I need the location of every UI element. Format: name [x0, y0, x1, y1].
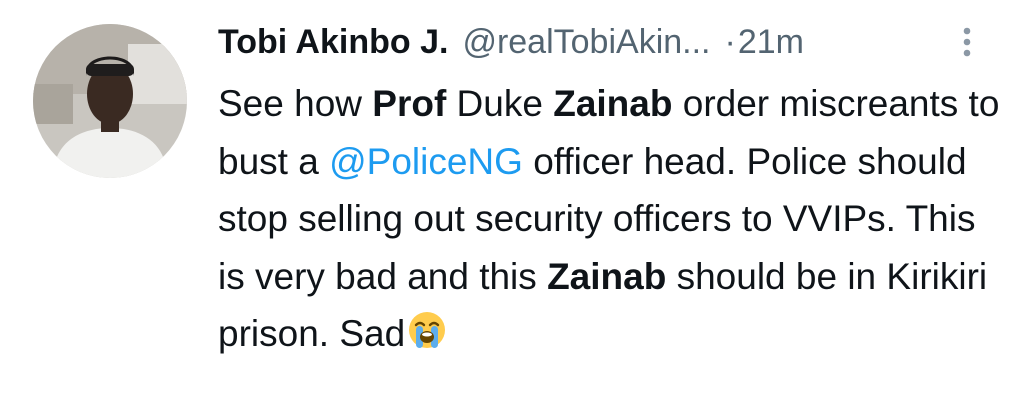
tweet-text-segment: See how	[218, 83, 373, 124]
more-vertical-icon[interactable]	[957, 24, 977, 60]
display-name[interactable]: Tobi Akinbo J.	[218, 22, 448, 62]
mention-link[interactable]: @PoliceNG	[329, 141, 523, 182]
tweet-header: Tobi Akinbo J. @realTobiAkin... · 21m	[218, 22, 804, 62]
separator-dot: ·	[724, 23, 736, 61]
user-handle[interactable]: @realTobiAkin...	[462, 22, 710, 62]
timestamp[interactable]: 21m	[738, 22, 804, 62]
loudly-crying-face-icon	[407, 309, 447, 367]
tweet-text: See how Prof Duke Zainab order miscreant…	[218, 75, 1008, 367]
avatar[interactable]	[33, 24, 187, 178]
tweet-text-segment: Duke	[446, 83, 554, 124]
avatar-photo	[33, 24, 187, 178]
bold-word: Zainab	[547, 255, 667, 297]
bold-word: Zainab	[553, 83, 673, 124]
bold-word: Prof	[372, 83, 447, 124]
